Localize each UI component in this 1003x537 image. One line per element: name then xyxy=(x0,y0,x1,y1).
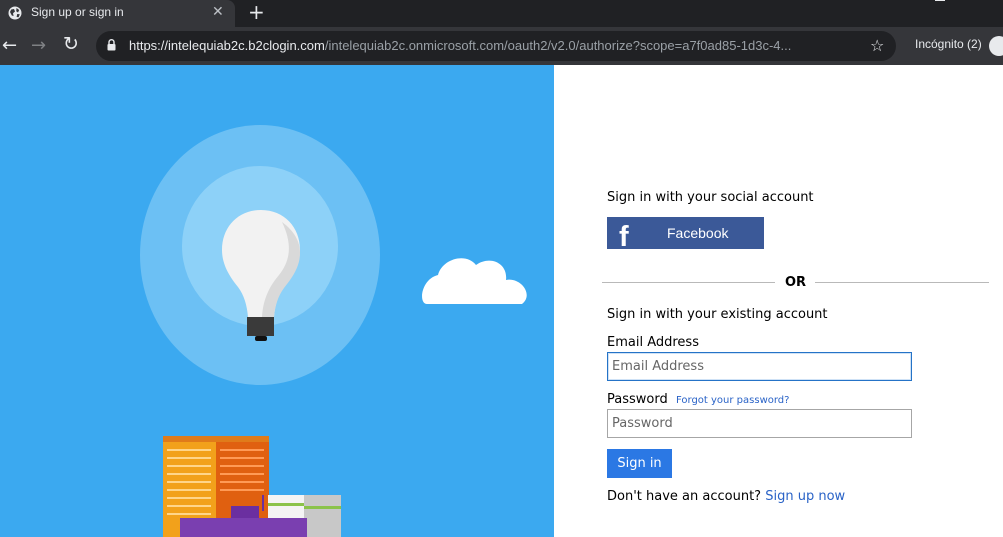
globe-icon xyxy=(8,6,22,20)
url-text: https://intelequiab2c.b2clogin.com/intel… xyxy=(129,38,791,53)
divider-right xyxy=(815,282,989,283)
divider-left xyxy=(602,282,775,283)
browser-tab-strip: Sign up or sign in ✕ + xyxy=(0,0,1003,27)
building-purple-top xyxy=(231,506,259,520)
sign-in-button[interactable]: Sign in xyxy=(607,449,672,478)
url-path: /intelequiab2c.onmicrosoft.com/oauth2/v2… xyxy=(324,38,792,53)
incognito-label[interactable]: Incógnito (2) xyxy=(915,37,982,51)
forgot-password-link[interactable]: Forgot your password? xyxy=(676,395,789,406)
no-account-text: Don't have an account? Sign up now xyxy=(607,489,845,504)
building-orange-roof xyxy=(163,436,269,442)
email-label: Email Address xyxy=(607,335,699,350)
building-green-stripe xyxy=(268,503,308,506)
social-heading: Sign in with your social account xyxy=(607,190,814,205)
back-arrow-icon[interactable]: ← xyxy=(2,35,17,56)
new-tab-button[interactable]: + xyxy=(248,0,265,24)
reload-icon[interactable]: ↻ xyxy=(63,33,79,55)
signin-panel: Sign in with your social account f Faceb… xyxy=(554,65,1003,537)
building-grey-stripe xyxy=(304,506,341,509)
incognito-icon[interactable] xyxy=(989,36,1003,56)
password-label: Password xyxy=(607,392,668,407)
browser-toolbar: ← → ↻ https://intelequiab2c.b2clogin.com… xyxy=(0,27,1003,65)
tab-title: Sign up or sign in xyxy=(31,5,124,19)
password-input[interactable] xyxy=(607,409,912,438)
sign-up-link[interactable]: Sign up now xyxy=(765,489,845,504)
cloud-icon xyxy=(422,258,527,304)
building-grey xyxy=(304,495,341,537)
url-host: https://intelequiab2c.b2clogin.com xyxy=(129,38,325,53)
existing-account-heading: Sign in with your existing account xyxy=(607,307,828,322)
email-input[interactable] xyxy=(607,352,912,381)
facebook-button-label: Facebook xyxy=(667,225,729,241)
window-minimize-button[interactable] xyxy=(935,0,945,1)
building-antenna xyxy=(262,495,264,511)
lightbulb-tip xyxy=(255,336,267,341)
illustration-panel xyxy=(0,65,554,537)
bookmark-star-icon[interactable]: ☆ xyxy=(870,36,884,55)
building-purple xyxy=(180,518,307,537)
lightbulb-base xyxy=(247,317,274,336)
facebook-button[interactable]: f Facebook xyxy=(607,217,764,253)
address-bar[interactable]: https://intelequiab2c.b2clogin.com/intel… xyxy=(96,31,896,61)
tab-close-icon[interactable]: ✕ xyxy=(212,4,224,20)
no-account-label: Don't have an account? xyxy=(607,489,762,504)
lock-icon xyxy=(107,39,116,51)
forward-arrow-icon[interactable]: → xyxy=(31,35,46,56)
browser-tab[interactable]: Sign up or sign in ✕ xyxy=(0,0,235,27)
lightbulb-illustration xyxy=(140,125,527,537)
facebook-icon: f xyxy=(619,221,629,253)
building-windows xyxy=(167,449,211,515)
or-label: OR xyxy=(785,275,807,290)
